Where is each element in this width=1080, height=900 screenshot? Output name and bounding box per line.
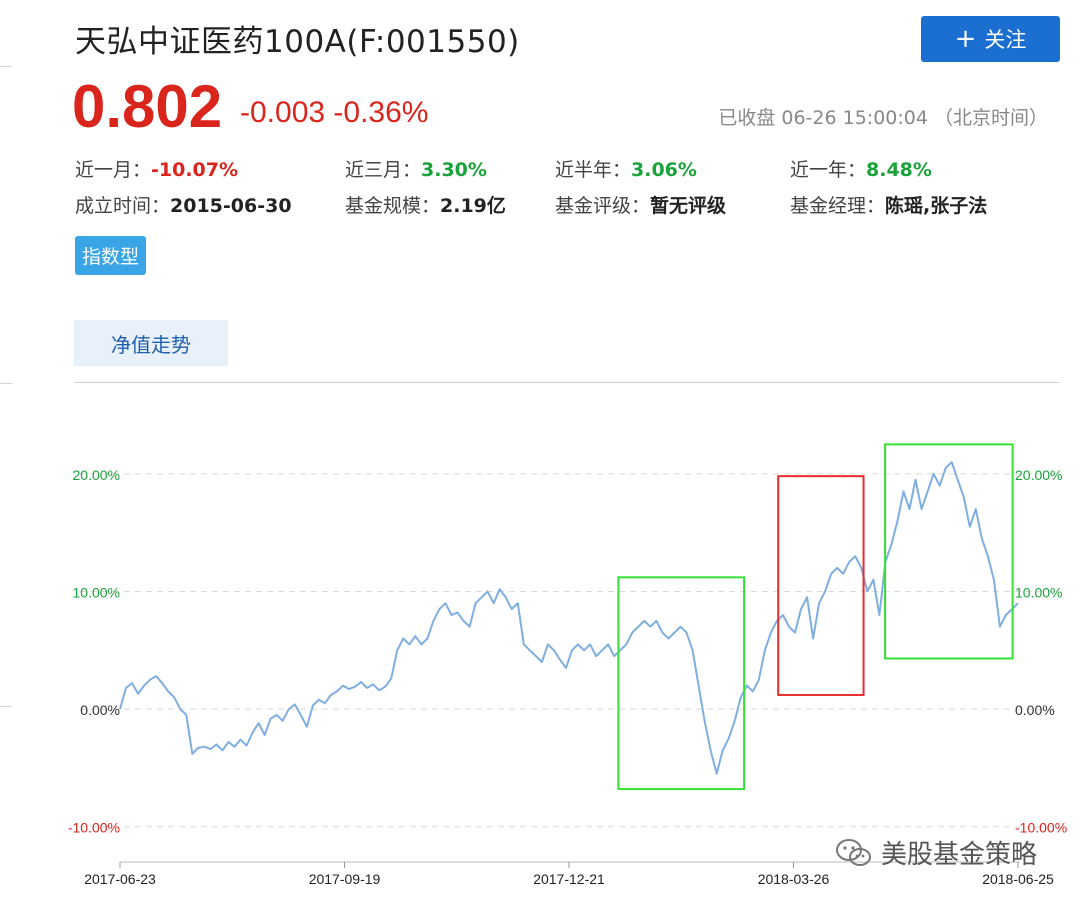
x-tick-label: 2017-06-23 [84,871,156,887]
wechat-icon [836,838,871,866]
watermark: 美股基金策略 [835,834,1037,871]
y-tick-label-right: 10.00% [1015,584,1062,600]
x-tick-label: 2017-09-19 [309,871,381,887]
x-tick-label: 2017-12-21 [533,871,605,887]
y-tick-label-left: 10.00% [73,584,120,600]
x-tick-label: 2018-06-25 [982,871,1054,887]
highlight-box-green [884,443,1014,660]
highlight-box-red [777,475,865,696]
highlight-box-green [617,576,746,791]
y-tick-label-left: -10.00% [68,820,120,836]
x-tick-label: 2018-03-26 [758,871,830,887]
y-tick-label-right: 20.00% [1015,467,1062,483]
y-tick-label-right: 0.00% [1015,702,1055,718]
series-line [119,461,1019,775]
y-tick-label-left: 0.00% [80,702,120,718]
y-tick-label-left: 20.00% [73,467,120,483]
nav-trend-chart: 20.00% 20.00% 10.00% 10.00% 0.00% 0.00% -10.00… [68,443,1067,887]
watermark-text: 美股基金策略 [881,840,1038,870]
